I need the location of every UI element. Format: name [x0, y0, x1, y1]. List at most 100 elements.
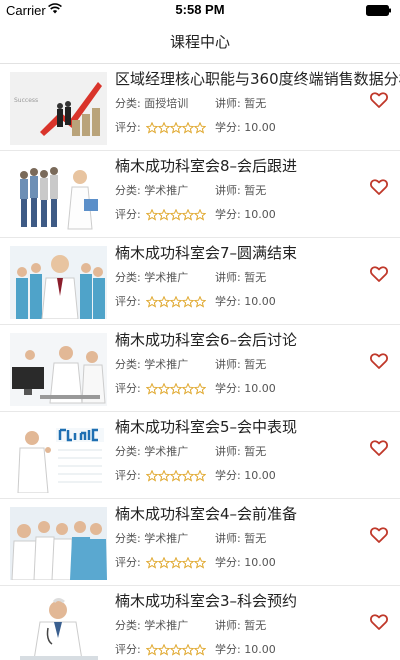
credits-row: 学分: 10.00 [215, 295, 276, 309]
star-icon [145, 121, 159, 134]
clinic-nurse-icon [10, 420, 107, 493]
star-icon [157, 295, 171, 308]
rating-label: 评分: [115, 121, 141, 134]
lecturer-label: 讲师: [215, 97, 241, 110]
star-icon [193, 121, 207, 134]
lecturer-row: 讲师: 暂无 [215, 445, 266, 459]
star-icon [181, 121, 195, 134]
star-icon [193, 556, 207, 569]
category-row: 分类: 学术推广 [115, 532, 188, 546]
star-icon [181, 643, 195, 656]
lecturer-row: 讲师: 暂无 [215, 97, 266, 111]
favorite-heart-icon[interactable] [370, 614, 388, 630]
favorite-heart-icon[interactable] [370, 353, 388, 369]
star-icon [157, 556, 171, 569]
favorite-heart-icon[interactable] [370, 527, 388, 543]
course-title: 楠木成功科室会7–圆满结束 [115, 244, 298, 262]
lecturer-value: 暂无 [244, 184, 267, 197]
category-label: 分类: [115, 619, 141, 632]
favorite-heart-icon[interactable] [370, 92, 388, 108]
course-item[interactable]: 楠木成功科室会3–科会预约 分类: 学术推广 讲师: 暂无 评分: 学分: 10… [0, 586, 400, 660]
svg-text:Success: Success [14, 97, 38, 104]
category-row: 分类: 学术推广 [115, 619, 188, 633]
course-item[interactable]: Success 区域经理核心职能与360度终端销售数据分析 分类: 面授培训 讲… [0, 64, 400, 151]
category-value: 学术推广 [144, 358, 189, 371]
page-title: 课程中心 [169, 33, 230, 51]
star-icon [157, 121, 171, 134]
lecturer-value: 暂无 [244, 445, 267, 458]
rating-stars [145, 208, 207, 222]
star-icon [193, 469, 207, 482]
star-icon [169, 556, 183, 569]
lecturer-value: 暂无 [244, 619, 267, 632]
category-label: 分类: [115, 271, 141, 284]
rating-label: 评分: [115, 469, 141, 482]
star-icon [157, 643, 171, 656]
category-label: 分类: [115, 358, 141, 371]
star-icon [193, 643, 207, 656]
lecturer-row: 讲师: 暂无 [215, 184, 266, 198]
course-item[interactable]: 楠木成功科室会8–会后跟进 分类: 学术推广 讲师: 暂无 评分: 学分: 10… [0, 151, 400, 238]
rating-label: 评分: [115, 295, 141, 308]
star-icon [193, 295, 207, 308]
rating-row: 评分: [115, 556, 207, 570]
rating-stars [145, 295, 207, 309]
rating-label: 评分: [115, 382, 141, 395]
lecturer-label: 讲师: [215, 271, 241, 284]
category-value: 面授培训 [144, 97, 189, 110]
rating-row: 评分: [115, 121, 207, 135]
credits-label: 学分: [215, 469, 241, 482]
category-row: 分类: 学术推广 [115, 445, 188, 459]
rating-row: 评分: [115, 469, 207, 483]
star-icon [193, 208, 207, 221]
rating-label: 评分: [115, 208, 141, 221]
category-value: 学术推广 [144, 445, 189, 458]
credits-value: 10.00 [244, 556, 276, 569]
doctors-computer-icon [10, 333, 107, 406]
category-value: 学术推广 [144, 184, 189, 197]
star-icon [145, 382, 159, 395]
star-icon [169, 121, 183, 134]
category-value: 学术推广 [144, 532, 189, 545]
lecturer-row: 讲师: 暂无 [215, 619, 266, 633]
course-item[interactable]: 楠木成功科室会7–圆满结束 分类: 学术推广 讲师: 暂无 评分: 学分: 10… [0, 238, 400, 325]
credits-row: 学分: 10.00 [215, 121, 276, 135]
credits-label: 学分: [215, 295, 241, 308]
credits-label: 学分: [215, 382, 241, 395]
favorite-heart-icon[interactable] [370, 440, 388, 456]
course-item[interactable]: 楠木成功科室会4–会前准备 分类: 学术推广 讲师: 暂无 评分: 学分: 10… [0, 499, 400, 586]
favorite-heart-icon[interactable] [370, 179, 388, 195]
category-row: 分类: 学术推广 [115, 358, 188, 372]
star-icon [157, 382, 171, 395]
star-icon [169, 208, 183, 221]
rating-row: 评分: [115, 382, 207, 396]
lecturer-row: 讲师: 暂无 [215, 271, 266, 285]
category-label: 分类: [115, 445, 141, 458]
star-icon [145, 295, 159, 308]
category-row: 分类: 学术推广 [115, 184, 188, 198]
rating-stars [145, 121, 207, 135]
credits-label: 学分: [215, 121, 241, 134]
battery-icon [366, 5, 392, 19]
course-item[interactable]: 楠木成功科室会5–会中表现 分类: 学术推广 讲师: 暂无 评分: 学分: 10… [0, 412, 400, 499]
course-item[interactable]: 楠木成功科室会6–会后讨论 分类: 学术推广 讲师: 暂无 评分: 学分: 10… [0, 325, 400, 412]
rating-row: 评分: [115, 295, 207, 309]
course-list: Success 区域经理核心职能与360度终端销售数据分析 分类: 面授培训 讲… [0, 64, 400, 660]
star-icon [181, 556, 195, 569]
star-icon [157, 208, 171, 221]
lecturer-value: 暂无 [244, 97, 267, 110]
credits-row: 学分: 10.00 [215, 643, 276, 657]
course-title: 区域经理核心职能与360度终端销售数据分析 [115, 70, 400, 88]
course-title: 楠木成功科室会5–会中表现 [115, 418, 298, 436]
credits-value: 10.00 [244, 208, 276, 221]
favorite-heart-icon[interactable] [370, 266, 388, 282]
category-label: 分类: [115, 97, 141, 110]
credits-value: 10.00 [244, 643, 276, 656]
rating-stars [145, 469, 207, 483]
star-icon [145, 469, 159, 482]
star-icon [169, 469, 183, 482]
nav-bar: 课程中心 [0, 20, 400, 64]
doctor-desk-icon [10, 594, 107, 660]
course-title: 楠木成功科室会3–科会预约 [115, 592, 298, 610]
rating-stars [145, 643, 207, 657]
